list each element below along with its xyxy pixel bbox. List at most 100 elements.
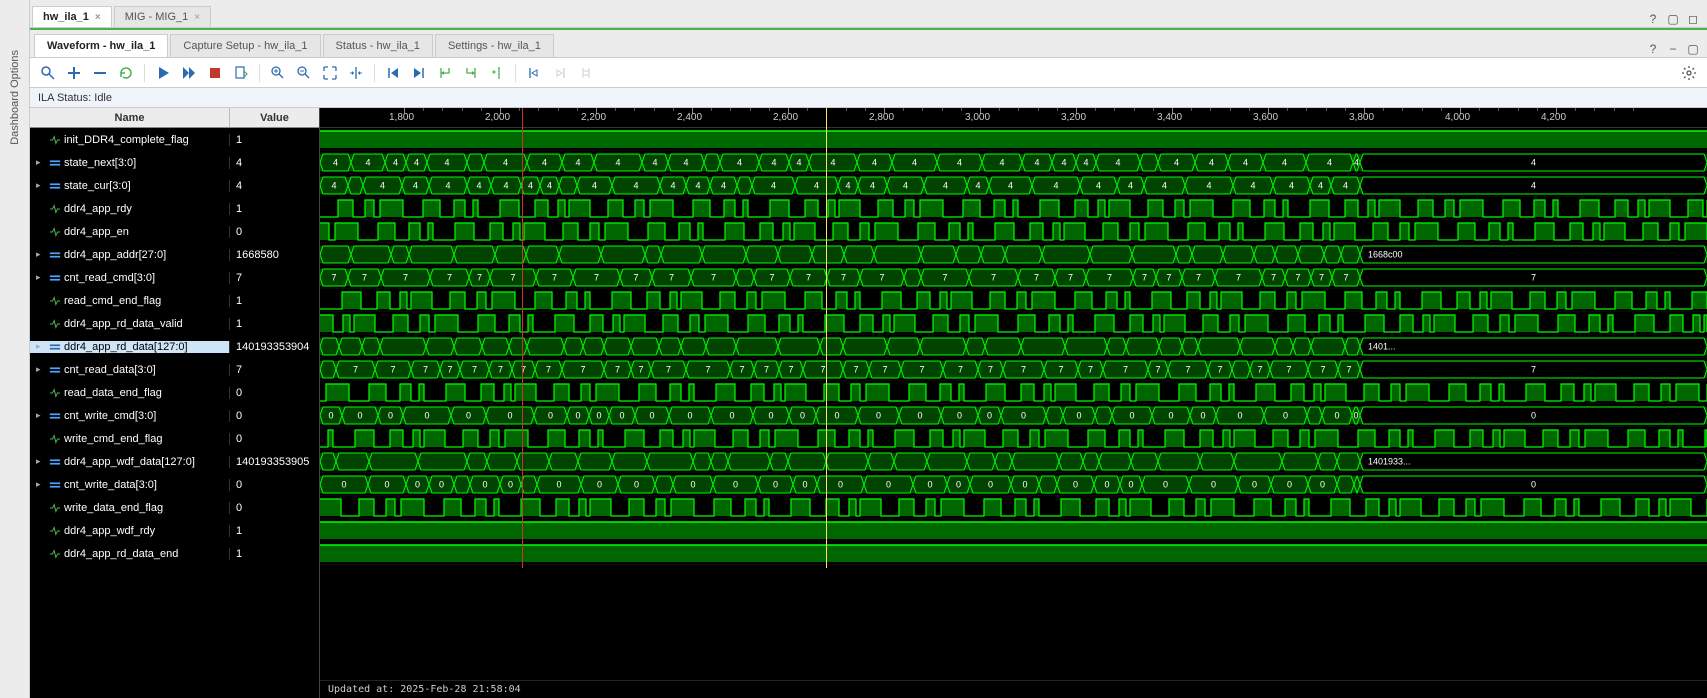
expand-icon[interactable]: ▸	[36, 456, 46, 467]
stop-icon[interactable]	[203, 61, 227, 85]
dashboard-options-sidebar[interactable]: Dashboard Options	[0, 0, 30, 698]
signal-name-cell[interactable]: ddr4_app_rdy	[30, 203, 230, 215]
close-icon[interactable]: ×	[194, 12, 200, 23]
waveform-row[interactable]	[320, 312, 1707, 335]
waveform-row[interactable]	[320, 542, 1707, 565]
waveform-row[interactable]: 4444444444444444444444444444444	[320, 174, 1707, 197]
zoom-fit-icon[interactable]	[318, 61, 342, 85]
signal-name-cell[interactable]: write_cmd_end_flag	[30, 433, 230, 445]
signal-name-cell[interactable]: ddr4_app_rd_data_end	[30, 548, 230, 560]
expand-icon[interactable]: ▸	[36, 157, 46, 168]
waveform-row[interactable]: 444444444444444444444444444444	[320, 151, 1707, 174]
zoom-out-icon[interactable]	[292, 61, 316, 85]
waveform-row[interactable]: 7777777777777777777777777777777777	[320, 358, 1707, 381]
signal-row[interactable]: init_DDR4_complete_flag1	[30, 128, 319, 151]
waveform-row[interactable]	[320, 128, 1707, 151]
signal-row[interactable]: ▸state_cur[3:0]4	[30, 174, 319, 197]
sub-tab-2[interactable]: Status - hw_ila_1	[323, 34, 433, 57]
value-column-header[interactable]: Value	[230, 108, 319, 127]
signal-row[interactable]: ▸ddr4_app_addr[27:0]1668580	[30, 243, 319, 266]
signal-row[interactable]: write_cmd_end_flag0	[30, 427, 319, 450]
signal-row[interactable]: ▸cnt_read_data[3:0]7	[30, 358, 319, 381]
signal-row[interactable]: ddr4_app_rd_data_end1	[30, 542, 319, 565]
sub-tab-0[interactable]: Waveform - hw_ila_1	[34, 34, 168, 57]
refresh-icon[interactable]	[114, 61, 138, 85]
waveform-viewport[interactable]: T 2,696 1,8002,0002,2002,4002,6002,8003,…	[320, 108, 1707, 698]
signal-row[interactable]: ▸cnt_read_cmd[3:0]7	[30, 266, 319, 289]
settings-gear-icon[interactable]	[1677, 61, 1701, 85]
waveform-row[interactable]	[320, 197, 1707, 220]
signal-name-cell[interactable]: ddr4_app_rd_data_valid	[30, 318, 230, 330]
top-tab-0[interactable]: hw_ila_1×	[32, 6, 112, 27]
cursor-line[interactable]	[826, 108, 827, 568]
signal-name-cell[interactable]: init_DDR4_complete_flag	[30, 134, 230, 146]
signal-row[interactable]: ▸cnt_write_cmd[3:0]0	[30, 404, 319, 427]
export-icon[interactable]	[229, 61, 253, 85]
signal-name-cell[interactable]: ▸state_cur[3:0]	[30, 180, 230, 192]
restore-icon[interactable]: ▢	[1665, 11, 1681, 27]
prev-transition-icon[interactable]	[433, 61, 457, 85]
signal-name-cell[interactable]: ▸cnt_write_data[3:0]	[30, 479, 230, 491]
top-tab-1[interactable]: MIG - MIG_1×	[114, 6, 211, 27]
waveform-row[interactable]: 0000000000000000000000000000	[320, 473, 1707, 496]
waveform-row[interactable]: 1401933...	[320, 450, 1707, 473]
search-icon[interactable]	[36, 61, 60, 85]
signal-name-cell[interactable]: ▸state_next[3:0]	[30, 157, 230, 169]
remove-icon[interactable]	[88, 61, 112, 85]
minimize-icon[interactable]: −	[1665, 41, 1681, 57]
signal-row[interactable]: ▸cnt_write_data[3:0]0	[30, 473, 319, 496]
swap-markers-icon[interactable]	[574, 61, 598, 85]
waveform-row[interactable]: 1668c00	[320, 243, 1707, 266]
waveform-row[interactable]	[320, 289, 1707, 312]
signal-name-cell[interactable]: ▸cnt_read_cmd[3:0]	[30, 272, 230, 284]
play-icon[interactable]	[151, 61, 175, 85]
name-column-header[interactable]: Name	[30, 108, 230, 127]
signal-name-cell[interactable]: read_cmd_end_flag	[30, 295, 230, 307]
expand-icon[interactable]: ▸	[36, 249, 46, 260]
waveform-row[interactable]	[320, 220, 1707, 243]
signal-row[interactable]: read_data_end_flag0	[30, 381, 319, 404]
expand-icon[interactable]: ▸	[36, 272, 46, 283]
expand-icon[interactable]: ▸	[36, 180, 46, 191]
sub-tab-3[interactable]: Settings - hw_ila_1	[435, 34, 554, 57]
signal-name-cell[interactable]: read_data_end_flag	[30, 387, 230, 399]
signal-name-cell[interactable]: ▸ddr4_app_rd_data[127:0]	[30, 341, 230, 353]
signal-name-cell[interactable]: ▸ddr4_app_wdf_data[127:0]	[30, 456, 230, 468]
next-marker-icon[interactable]	[548, 61, 572, 85]
signal-row[interactable]: ddr4_app_rd_data_valid1	[30, 312, 319, 335]
signal-name-cell[interactable]: ddr4_app_en	[30, 226, 230, 238]
signal-name-cell[interactable]: write_data_end_flag	[30, 502, 230, 514]
signal-row[interactable]: ▸state_next[3:0]4	[30, 151, 319, 174]
signal-row[interactable]: ddr4_app_wdf_rdy1	[30, 519, 319, 542]
maximize-icon[interactable]: ◻	[1685, 11, 1701, 27]
add-icon[interactable]	[62, 61, 86, 85]
sub-tab-1[interactable]: Capture Setup - hw_ila_1	[170, 34, 320, 57]
zoom-in-icon[interactable]	[266, 61, 290, 85]
time-ruler[interactable]: T 2,696 1,8002,0002,2002,4002,6002,8003,…	[320, 108, 1707, 128]
prev-marker-icon[interactable]	[522, 61, 546, 85]
signal-row[interactable]: ▸ddr4_app_rd_data[127:0]140193353904	[30, 335, 319, 358]
signal-name-cell[interactable]: ddr4_app_wdf_rdy	[30, 525, 230, 537]
signal-row[interactable]: read_cmd_end_flag1	[30, 289, 319, 312]
expand-icon[interactable]: ▸	[36, 410, 46, 421]
expand-icon[interactable]: ▸	[36, 364, 46, 375]
help-icon[interactable]: ?	[1645, 41, 1661, 57]
add-marker-icon[interactable]	[485, 61, 509, 85]
signal-row[interactable]: ddr4_app_rdy1	[30, 197, 319, 220]
signal-name-cell[interactable]: ▸ddr4_app_addr[27:0]	[30, 249, 230, 261]
waveform-row[interactable]	[320, 496, 1707, 519]
goto-last-icon[interactable]	[407, 61, 431, 85]
waveform-row[interactable]: 000000000000000000000000000000	[320, 404, 1707, 427]
goto-first-icon[interactable]	[381, 61, 405, 85]
signal-row[interactable]: ▸ddr4_app_wdf_data[127:0]140193353905	[30, 450, 319, 473]
help-icon[interactable]: ?	[1645, 11, 1661, 27]
signal-name-cell[interactable]: ▸cnt_write_cmd[3:0]	[30, 410, 230, 422]
next-transition-icon[interactable]	[459, 61, 483, 85]
waveform-row[interactable]: 1401...	[320, 335, 1707, 358]
signal-row[interactable]: write_data_end_flag0	[30, 496, 319, 519]
signal-row[interactable]: ddr4_app_en0	[30, 220, 319, 243]
run-trigger-icon[interactable]	[177, 61, 201, 85]
waveform-row[interactable]	[320, 427, 1707, 450]
waveform-row[interactable]	[320, 519, 1707, 542]
close-icon[interactable]: ×	[95, 12, 101, 23]
